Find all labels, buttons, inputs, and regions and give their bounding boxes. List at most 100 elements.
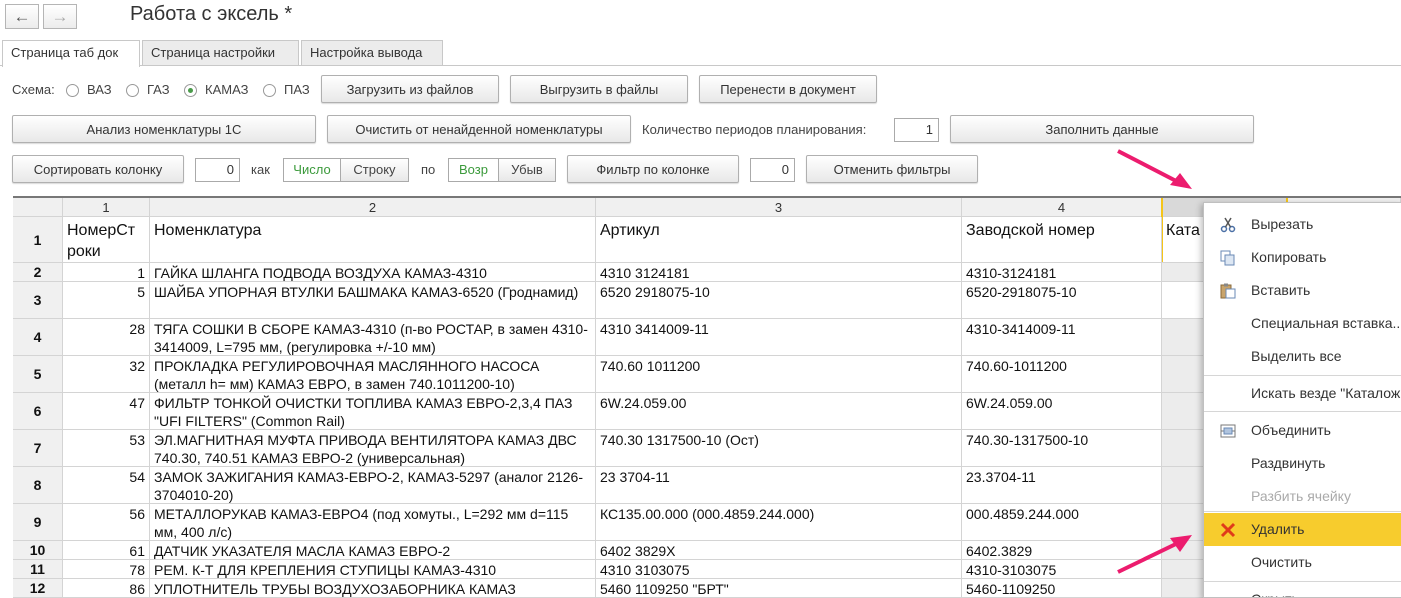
row-header[interactable]: 12 [13, 579, 63, 598]
cell-nomenclature[interactable]: ПРОКЛАДКА РЕГУЛИРОВОЧНАЯ МАСЛЯННОГО НАСО… [150, 356, 596, 393]
cell-article[interactable]: 6402 3829Х [596, 541, 962, 560]
menu-search-everywhere[interactable]: Искать везде "Каталож [1204, 377, 1401, 410]
tab-settings-page[interactable]: Страница настройки [142, 40, 299, 66]
cell-article[interactable]: 4310 3124181 [596, 263, 962, 282]
cell-nomenclature[interactable]: РЕМ. К-Т ДЛЯ КРЕПЛЕНИЯ СТУПИЦЫ КАМАЗ-431… [150, 560, 596, 579]
cell-factory-number[interactable]: 740.30-1317500-10 [962, 430, 1162, 467]
radio-kamaz[interactable] [184, 84, 197, 97]
clear-unfound-button[interactable]: Очистить от ненайденной номенклатуры [327, 115, 631, 143]
cell-nomenclature[interactable]: МЕТАЛЛОРУКАВ КАМАЗ-ЕВРО4 (под хомуты., L… [150, 504, 596, 541]
cell-row-number[interactable]: 54 [63, 467, 150, 504]
filter-column-input[interactable]: 0 [750, 158, 795, 182]
sort-type-string[interactable]: Строку [340, 158, 409, 182]
cell-nomenclature[interactable]: ФИЛЬТР ТОНКОЙ ОЧИСТКИ ТОПЛИВА КАМАЗ ЕВРО… [150, 393, 596, 430]
cell-article[interactable]: 23 3704-11 [596, 467, 962, 504]
row-header[interactable]: 8 [13, 467, 63, 504]
cell-factory-number[interactable]: 23.3704-11 [962, 467, 1162, 504]
cell-factory-number[interactable]: 4310-3124181 [962, 263, 1162, 282]
row-header[interactable]: 5 [13, 356, 63, 393]
row-header[interactable]: 11 [13, 560, 63, 579]
cell-article[interactable]: 6520 2918075-10 [596, 282, 962, 319]
load-files-button[interactable]: Загрузить из файлов [321, 75, 499, 103]
cell-article[interactable]: 740.30 1317500-10 (Ост) [596, 430, 962, 467]
cell-article[interactable]: 4310 3103075 [596, 560, 962, 579]
header-factory-number[interactable]: Заводской номер [962, 217, 1162, 263]
menu-copy[interactable]: Копировать [1204, 241, 1401, 274]
header-nomenclature[interactable]: Номенклатура [150, 217, 596, 263]
col-number[interactable]: 3 [596, 198, 962, 217]
row-header[interactable]: 6 [13, 393, 63, 430]
cell-row-number[interactable]: 78 [63, 560, 150, 579]
cell-factory-number[interactable]: 740.60-1011200 [962, 356, 1162, 393]
corner-cell[interactable] [13, 198, 63, 217]
header-row-number[interactable]: НомерСт роки [63, 217, 150, 263]
menu-merge[interactable]: Объединить [1204, 414, 1401, 447]
menu-unmerge[interactable]: Раздвинуть [1204, 447, 1401, 480]
cell-row-number[interactable]: 32 [63, 356, 150, 393]
periods-input[interactable]: 1 [894, 118, 939, 142]
row-header[interactable]: 4 [13, 319, 63, 356]
radio-paz[interactable] [263, 84, 276, 97]
analysis-button[interactable]: Анализ номенклатуры 1С [12, 115, 316, 143]
cell-article[interactable]: КС135.00.000 (000.4859.244.000) [596, 504, 962, 541]
forward-button[interactable]: → [43, 4, 77, 29]
menu-paste-special[interactable]: Специальная вставка... [1204, 307, 1401, 340]
cell-nomenclature[interactable]: ДАТЧИК УКАЗАТЕЛЯ МАСЛА КАМАЗ ЕВРО-2 [150, 541, 596, 560]
sort-descending[interactable]: Убыв [498, 158, 556, 182]
tab-table-doc[interactable]: Страница таб док [2, 40, 140, 67]
cell-row-number[interactable]: 53 [63, 430, 150, 467]
cell-factory-number[interactable]: 4310-3414009-11 [962, 319, 1162, 356]
sort-ascending[interactable]: Возр [448, 158, 499, 182]
transfer-document-button[interactable]: Перенести в документ [699, 75, 877, 103]
row-header[interactable]: 9 [13, 504, 63, 541]
tab-output-settings[interactable]: Настройка вывода [301, 40, 443, 66]
row-header[interactable]: 2 [13, 263, 63, 282]
radio-gaz-label[interactable]: ГАЗ [147, 82, 170, 97]
menu-delete[interactable]: Удалить [1204, 513, 1401, 546]
cell-nomenclature[interactable]: УПЛОТНИТЕЛЬ ТРУБЫ ВОЗДУХОЗАБОРНИКА КАМАЗ [150, 579, 596, 598]
cell-article[interactable]: 6W.24.059.00 [596, 393, 962, 430]
cell-row-number[interactable]: 86 [63, 579, 150, 598]
cell-nomenclature[interactable]: ШАЙБА УПОРНАЯ ВТУЛКИ БАШМАКА КАМАЗ-6520 … [150, 282, 596, 319]
cell-row-number[interactable]: 5 [63, 282, 150, 319]
cell-row-number[interactable]: 28 [63, 319, 150, 356]
cell-article[interactable]: 5460 1109250 "БРТ" [596, 579, 962, 598]
filter-column-button[interactable]: Фильтр по колонке [567, 155, 739, 183]
cell-row-number[interactable]: 61 [63, 541, 150, 560]
sort-column-button[interactable]: Сортировать колонку [12, 155, 184, 183]
back-button[interactable]: ← [5, 4, 39, 29]
header-article[interactable]: Артикул [596, 217, 962, 263]
menu-clear[interactable]: Очистить [1204, 546, 1401, 579]
cell-factory-number[interactable]: 6520-2918075-10 [962, 282, 1162, 319]
cell-nomenclature[interactable]: ГАЙКА ШЛАНГА ПОДВОДА ВОЗДУХА КАМАЗ-4310 [150, 263, 596, 282]
cell-factory-number[interactable]: 6W.24.059.00 [962, 393, 1162, 430]
cell-nomenclature[interactable]: ТЯГА СОШКИ В СБОРЕ КАМАЗ-4310 (п-во РОСТ… [150, 319, 596, 356]
row-header[interactable]: 3 [13, 282, 63, 319]
cell-factory-number[interactable]: 5460-1109250 [962, 579, 1162, 598]
menu-paste[interactable]: Вставить [1204, 274, 1401, 307]
sort-type-number[interactable]: Число [283, 158, 341, 182]
export-files-button[interactable]: Выгрузить в файлы [510, 75, 688, 103]
row-header[interactable]: 1 [13, 217, 63, 263]
radio-vaz[interactable] [66, 84, 79, 97]
radio-gaz[interactable] [126, 84, 139, 97]
menu-select-all[interactable]: Выделить все [1204, 340, 1401, 373]
cancel-filters-button[interactable]: Отменить фильтры [806, 155, 978, 183]
cell-nomenclature[interactable]: ЗАМОК ЗАЖИГАНИЯ КАМАЗ-ЕВРО-2, КАМАЗ-5297… [150, 467, 596, 504]
col-number[interactable]: 4 [962, 198, 1162, 217]
sort-column-input[interactable]: 0 [195, 158, 240, 182]
row-header[interactable]: 7 [13, 430, 63, 467]
radio-vaz-label[interactable]: ВАЗ [87, 82, 112, 97]
menu-cut[interactable]: Вырезать [1204, 208, 1401, 241]
row-header[interactable]: 10 [13, 541, 63, 560]
radio-kamaz-label[interactable]: КАМАЗ [205, 82, 248, 97]
cell-nomenclature[interactable]: ЭЛ.МАГНИТНАЯ МУФТА ПРИВОДА ВЕНТИЛЯТОРА К… [150, 430, 596, 467]
fill-data-button[interactable]: Заполнить данные [950, 115, 1254, 143]
cell-row-number[interactable]: 56 [63, 504, 150, 541]
cell-article[interactable]: 740.60 1011200 [596, 356, 962, 393]
cell-row-number[interactable]: 1 [63, 263, 150, 282]
cell-article[interactable]: 4310 3414009-11 [596, 319, 962, 356]
cell-row-number[interactable]: 47 [63, 393, 150, 430]
radio-paz-label[interactable]: ПАЗ [284, 82, 310, 97]
col-number[interactable]: 1 [63, 198, 150, 217]
